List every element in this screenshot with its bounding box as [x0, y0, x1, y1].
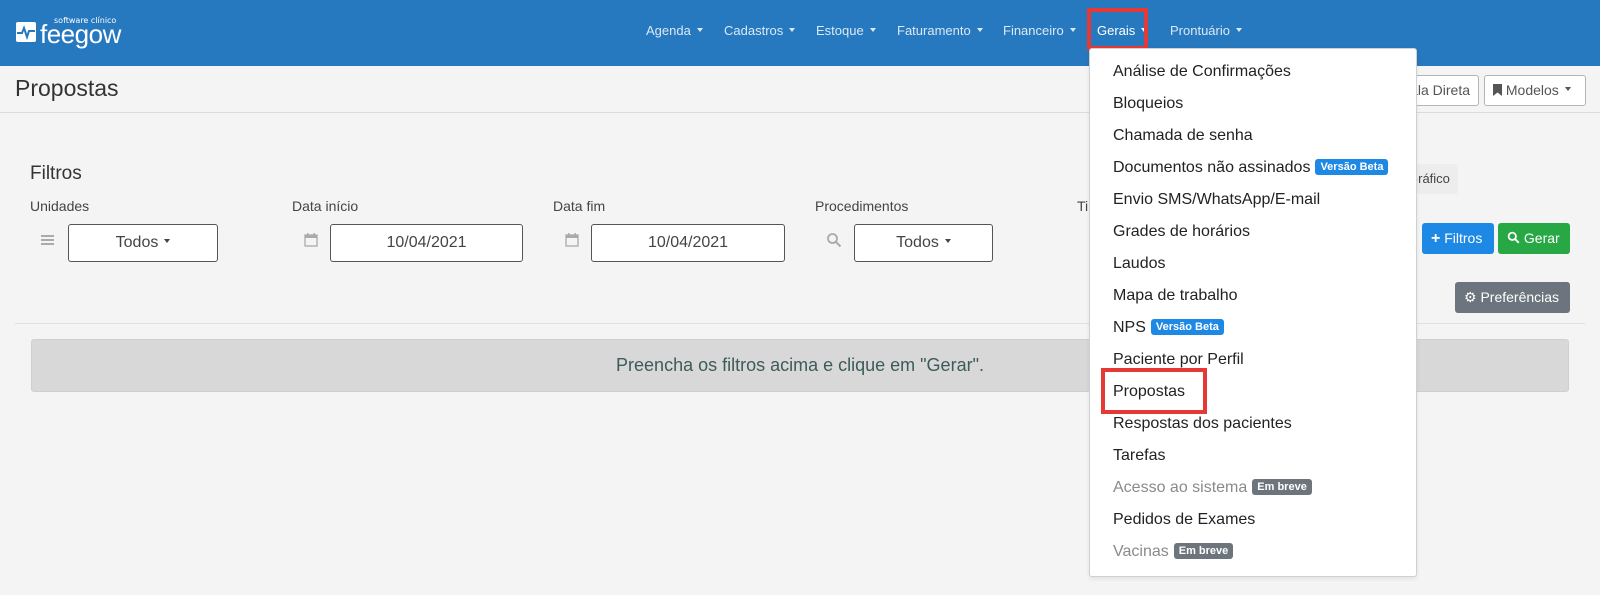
- procedimentos-value: Todos: [896, 234, 939, 251]
- menu-item-acesso-sistema: Acesso ao sistema Em breve: [1113, 476, 1312, 500]
- unidades-label: Unidades: [30, 198, 90, 214]
- plus-icon: +: [1431, 230, 1441, 247]
- beta-badge: Versão Beta: [1315, 158, 1389, 175]
- caret-down-icon: [944, 238, 951, 243]
- menu-item-vacinas: Vacinas Em breve: [1113, 540, 1234, 564]
- search-icon: [826, 232, 842, 248]
- menu-item-documentos-nao-assinados[interactable]: Documentos não assinados Versão Beta: [1113, 156, 1389, 180]
- nav-estoque[interactable]: Estoque: [816, 0, 876, 62]
- menu-item-mapa-trabalho[interactable]: Mapa de trabalho: [1113, 284, 1238, 308]
- gerais-highlight-box: [1087, 8, 1148, 50]
- nav-label: Faturamento: [897, 23, 971, 38]
- filters-title: Filtros: [30, 163, 82, 184]
- menu-item-label: Análise de Confirmações: [1113, 63, 1291, 80]
- menu-item-label: Documentos não assinados: [1113, 159, 1311, 176]
- menu-item-label: Acesso ao sistema: [1113, 479, 1248, 496]
- caret-down-icon: [976, 27, 983, 32]
- menu-item-bloqueios[interactable]: Bloqueios: [1113, 92, 1183, 116]
- menu-item-label: Bloqueios: [1113, 95, 1184, 112]
- preferencias-button[interactable]: ⚙ Preferências: [1455, 282, 1570, 313]
- menu-item-label: Mapa de trabalho: [1113, 287, 1238, 304]
- menu-item-respostas-pacientes[interactable]: Respostas dos pacientes: [1113, 412, 1292, 436]
- nav-faturamento[interactable]: Faturamento: [897, 0, 983, 62]
- calendar-icon: [303, 232, 319, 248]
- procedimentos-label: Procedimentos: [815, 198, 909, 214]
- menu-item-laudos[interactable]: Laudos: [1113, 252, 1166, 276]
- nav-label: Cadastros: [724, 23, 784, 38]
- gerar-button[interactable]: Gerar: [1498, 223, 1570, 254]
- add-filter-label: Filtros: [1444, 230, 1483, 246]
- menu-item-label: Respostas dos pacientes: [1113, 415, 1292, 432]
- menu-item-pedidos-exames[interactable]: Pedidos de Exames: [1113, 508, 1255, 532]
- gerar-label: Gerar: [1523, 230, 1560, 246]
- search-icon: [1507, 224, 1520, 244]
- logo-mark-icon: [16, 22, 36, 42]
- nav-agenda[interactable]: Agenda: [646, 0, 703, 62]
- feegow-logo[interactable]: software clínico feegow: [16, 14, 126, 50]
- alert-text: Preencha os filtros acima e clique em "G…: [616, 355, 984, 375]
- data-fim-input[interactable]: 10/04/2021: [591, 224, 785, 262]
- menu-item-label: NPS: [1113, 319, 1146, 336]
- calendar-icon: [564, 232, 580, 248]
- nav-label: Estoque: [816, 23, 864, 38]
- preferencias-label: Preferências: [1480, 289, 1560, 305]
- modelos-label: Modelos: [1505, 82, 1559, 98]
- menu-item-label: Vacinas: [1113, 543, 1169, 560]
- bookmark-icon: [1493, 77, 1502, 96]
- menu-item-label: Chamada de senha: [1113, 127, 1253, 144]
- menu-item-label: Envio SMS/WhatsApp/E-mail: [1113, 191, 1321, 208]
- nav-label: Agenda: [646, 23, 691, 38]
- caret-down-icon: [1235, 27, 1242, 32]
- unidades-value: Todos: [115, 234, 159, 251]
- menu-item-label: Laudos: [1113, 255, 1166, 272]
- coming-soon-badge: Em breve: [1252, 478, 1312, 495]
- add-filter-button[interactable]: + Filtros: [1422, 223, 1494, 254]
- logo-name: feegow: [40, 19, 121, 49]
- modelos-button[interactable]: Modelos: [1484, 75, 1586, 106]
- coming-soon-badge: Em breve: [1173, 542, 1234, 559]
- data-fim-label: Data fim: [553, 198, 606, 214]
- caret-down-icon: [1069, 27, 1076, 32]
- menu-item-label: Tarefas: [1113, 447, 1166, 464]
- beta-badge: Versão Beta: [1150, 318, 1224, 335]
- gear-icon: ⚙: [1464, 289, 1477, 305]
- menu-item-label: Paciente por Perfil: [1113, 351, 1244, 368]
- gerais-dropdown-menu: Análise de Confirmações Bloqueios Chamad…: [1089, 48, 1417, 577]
- caret-down-icon: [696, 27, 703, 32]
- nav-cadastros[interactable]: Cadastros: [724, 0, 796, 62]
- data-inicio-value: 10/04/2021: [386, 234, 467, 251]
- menu-item-analise-confirmacoes[interactable]: Análise de Confirmações: [1113, 60, 1291, 84]
- data-fim-value: 10/04/2021: [647, 234, 729, 251]
- procedimentos-select[interactable]: Todos: [854, 224, 993, 262]
- nav-financeiro[interactable]: Financeiro: [1003, 0, 1076, 62]
- caret-down-icon: [164, 238, 171, 243]
- page-title: Propostas: [15, 75, 119, 101]
- menu-item-chamada-senha[interactable]: Chamada de senha: [1113, 124, 1253, 148]
- nav-label: Prontuário: [1170, 23, 1230, 38]
- caret-down-icon: [789, 27, 796, 32]
- menu-item-tarefas[interactable]: Tarefas: [1113, 444, 1165, 468]
- unidades-select[interactable]: Todos: [68, 224, 218, 262]
- nav-label: Financeiro: [1003, 23, 1064, 38]
- menu-item-grades-horarios[interactable]: Grades de horários: [1113, 220, 1250, 244]
- propostas-highlight-box: [1101, 368, 1207, 414]
- caret-down-icon: [869, 27, 876, 32]
- list-icon: [40, 232, 56, 248]
- menu-item-nps[interactable]: NPS Versão Beta: [1113, 316, 1224, 340]
- menu-item-label: Pedidos de Exames: [1113, 511, 1256, 528]
- menu-item-label: Grades de horários: [1113, 223, 1250, 240]
- menu-item-envio-sms[interactable]: Envio SMS/WhatsApp/E-mail: [1113, 188, 1320, 212]
- caret-down-icon: [1564, 87, 1571, 92]
- data-inicio-input[interactable]: 10/04/2021: [330, 224, 523, 262]
- tipo-label: Ti: [1077, 198, 1089, 214]
- data-inicio-label: Data início: [292, 198, 359, 214]
